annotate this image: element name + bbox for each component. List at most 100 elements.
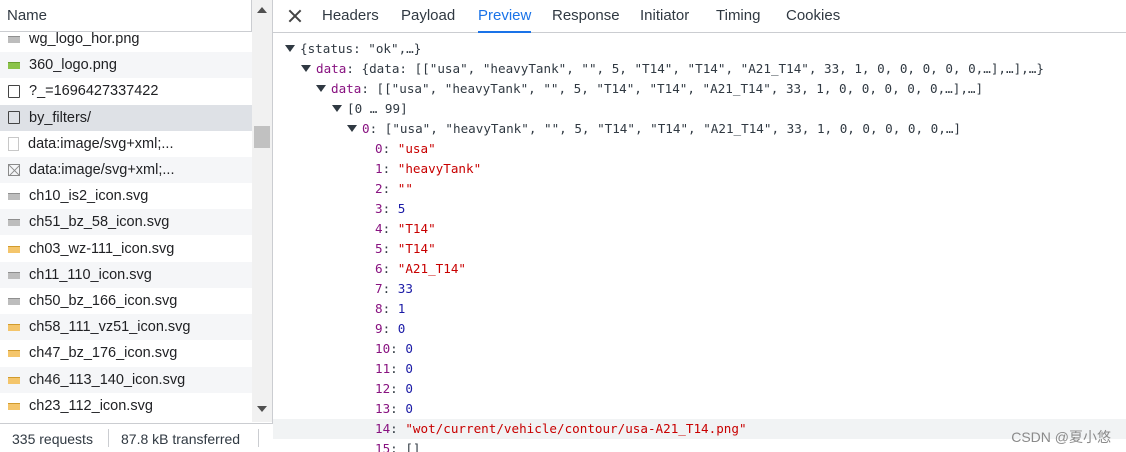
image-gray-icon bbox=[8, 295, 20, 307]
request-name: ch47_bz_176_icon.svg bbox=[29, 345, 178, 362]
json-entry[interactable]: 10: 0 bbox=[375, 339, 413, 359]
json-colon: : bbox=[382, 321, 398, 336]
expand-triangle-icon[interactable] bbox=[316, 85, 326, 92]
json-key: 10 bbox=[375, 341, 391, 356]
json-colon: : bbox=[382, 261, 398, 276]
json-item-0-node[interactable]: 0: ["usa", "heavyTank", "", 5, "T14", "T… bbox=[347, 119, 961, 139]
json-range-node[interactable]: [0 … 99] bbox=[332, 99, 408, 119]
json-colon: : bbox=[382, 221, 398, 236]
request-row[interactable]: ch58_111_vz51_icon.svg bbox=[0, 314, 252, 341]
json-colon: : bbox=[382, 161, 398, 176]
json-key: 6 bbox=[375, 261, 383, 276]
json-entry[interactable]: 2: "" bbox=[375, 179, 413, 199]
json-root-node[interactable]: {status: "ok",…} bbox=[285, 39, 421, 59]
json-colon: : bbox=[382, 181, 398, 196]
request-name: 360_logo.png bbox=[29, 57, 117, 74]
json-value: 0 bbox=[405, 341, 413, 356]
json-colon: : bbox=[382, 281, 398, 296]
request-row[interactable]: by_filters/ bbox=[0, 104, 252, 131]
request-name: ch51_bz_58_icon.svg bbox=[29, 214, 170, 231]
expand-triangle-icon[interactable] bbox=[285, 45, 295, 52]
request-row[interactable]: ch10_is2_icon.svg bbox=[0, 183, 252, 209]
close-icon[interactable] bbox=[285, 6, 305, 26]
json-data-node[interactable]: data: {data: [["usa", "heavyTank", "", 5… bbox=[301, 59, 1044, 79]
json-value: 0 bbox=[397, 321, 406, 336]
tab-initiator[interactable]: Initiator bbox=[640, 0, 689, 33]
image-orange-icon bbox=[8, 400, 20, 412]
json-colon: : bbox=[390, 341, 406, 356]
request-name: data:image/svg+xml;... bbox=[29, 162, 175, 178]
request-details-panel: Headers Payload Preview Response Initiat… bbox=[273, 0, 1126, 452]
request-row[interactable]: ch11_110_icon.svg bbox=[0, 261, 252, 288]
json-entry[interactable]: 11: 0 bbox=[375, 359, 413, 379]
scrollbar-thumb[interactable] bbox=[254, 126, 270, 148]
scroll-down-arrow-icon[interactable] bbox=[257, 406, 267, 412]
json-entry[interactable]: 13: 0 bbox=[375, 399, 413, 419]
json-entry[interactable]: 12: 0 bbox=[375, 379, 413, 399]
request-row[interactable]: ?_=1696427337422 bbox=[0, 78, 252, 104]
json-value: 0 bbox=[405, 361, 413, 376]
json-entry[interactable]: 0: "usa" bbox=[375, 139, 436, 159]
tab-payload[interactable]: Payload bbox=[401, 0, 455, 33]
json-entry[interactable]: 5: "T14" bbox=[375, 239, 436, 259]
json-entry[interactable]: 7: 33 bbox=[375, 279, 413, 299]
json-value: 33 bbox=[397, 281, 413, 296]
json-entry[interactable]: 15: [] bbox=[375, 439, 421, 452]
json-key: 9 bbox=[375, 321, 383, 336]
json-key: 15 bbox=[375, 441, 391, 452]
json-inner-data-node[interactable]: data: [["usa", "heavyTank", "", 5, "T14"… bbox=[316, 79, 983, 99]
tab-response[interactable]: Response bbox=[552, 0, 620, 33]
json-entry[interactable]: 8: 1 bbox=[375, 299, 405, 319]
scroll-up-arrow-icon[interactable] bbox=[257, 7, 267, 13]
json-value: "heavyTank" bbox=[397, 161, 482, 176]
request-row[interactable]: ch51_bz_58_icon.svg bbox=[0, 209, 252, 236]
request-row[interactable]: ch03_wz-111_icon.svg bbox=[0, 236, 252, 262]
request-row[interactable]: 360_logo.png bbox=[0, 52, 252, 79]
document-icon bbox=[8, 84, 20, 98]
expand-triangle-icon[interactable] bbox=[301, 65, 311, 72]
json-entry[interactable]: 3: 5 bbox=[375, 199, 405, 219]
json-value: 0 bbox=[405, 381, 413, 396]
image-orange-icon bbox=[8, 321, 20, 333]
json-key: 13 bbox=[375, 401, 391, 416]
json-entry[interactable]: 4: "T14" bbox=[375, 219, 436, 239]
json-value: "T14" bbox=[397, 241, 436, 256]
request-row[interactable]: data:image/svg+xml;... bbox=[0, 131, 252, 157]
json-entry[interactable]: 9: 0 bbox=[375, 319, 405, 339]
request-row[interactable]: ch46_113_140_icon.svg bbox=[0, 366, 252, 393]
image-gray-icon bbox=[8, 33, 20, 45]
json-entry[interactable]: 14: "wot/current/vehicle/contour/usa-A21… bbox=[273, 419, 1126, 439]
image-orange-icon bbox=[8, 243, 20, 255]
tab-cookies[interactable]: Cookies bbox=[786, 0, 840, 33]
expand-triangle-icon[interactable] bbox=[347, 125, 357, 132]
image-green-icon bbox=[8, 59, 20, 71]
json-entry[interactable]: 6: "A21_T14" bbox=[375, 259, 466, 279]
request-list-scrollbar[interactable] bbox=[252, 0, 272, 422]
network-status-bar: 335 requests 87.8 kB transferred bbox=[0, 423, 273, 452]
json-range: [0 … 99] bbox=[347, 101, 408, 116]
blank-file-icon bbox=[8, 136, 19, 151]
json-value: 1 bbox=[397, 301, 406, 316]
request-row[interactable]: data:image/svg+xml;... bbox=[0, 157, 252, 183]
json-colon: : bbox=[390, 361, 406, 376]
request-row[interactable]: ch23_112_icon.svg bbox=[0, 393, 252, 419]
json-colon: : bbox=[361, 81, 377, 96]
status-divider bbox=[258, 429, 259, 447]
request-row[interactable]: ch47_bz_176_icon.svg bbox=[0, 340, 252, 366]
name-column-header[interactable]: Name bbox=[7, 7, 47, 24]
json-colon: : bbox=[369, 121, 385, 136]
json-entry-content: 12: 0 bbox=[375, 381, 413, 396]
tab-preview[interactable]: Preview bbox=[478, 0, 532, 33]
json-value: [] bbox=[405, 441, 421, 452]
json-key: 12 bbox=[375, 381, 391, 396]
request-row[interactable]: ch50_bz_166_icon.svg bbox=[0, 288, 252, 314]
json-key: 8 bbox=[375, 301, 383, 316]
json-entry-content: 15: [] bbox=[375, 441, 421, 452]
json-key: 2 bbox=[375, 181, 383, 196]
expand-triangle-icon[interactable] bbox=[332, 105, 342, 112]
tab-timing[interactable]: Timing bbox=[716, 0, 760, 33]
json-data-summary: {data: [["usa", "heavyTank", "", 5, "T14… bbox=[361, 61, 1044, 76]
tab-headers[interactable]: Headers bbox=[322, 0, 379, 33]
request-row[interactable]: wg_logo_hor.png bbox=[0, 32, 252, 52]
json-entry[interactable]: 1: "heavyTank" bbox=[375, 159, 481, 179]
